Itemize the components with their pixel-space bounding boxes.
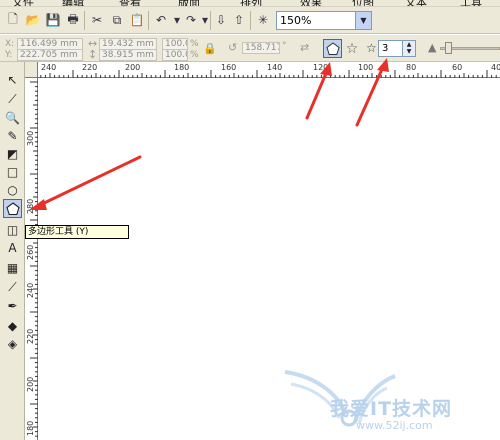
star-outline-icon: ☆ [345, 40, 359, 57]
height-icon: ↕ [88, 48, 98, 61]
ruler-origin-corner[interactable] [25, 62, 38, 78]
watermark-url: www.52ij.com [356, 419, 433, 432]
paste-icon[interactable]: 📋 [128, 11, 146, 29]
ruler-tick-label: 160 [221, 63, 237, 72]
interactive-blend-tool-icon[interactable]: ▦ [3, 258, 22, 277]
scale-x-unit: % [190, 39, 199, 49]
open-icon[interactable]: 📂 [24, 11, 42, 29]
ruler-tick-label: 220 [26, 328, 35, 344]
toolbar-divider [210, 11, 211, 30]
toolbox: ↖ ⟋ 🔍 ✎ ◩ □ ○ ◫ A ▦ ⟋ ✒ ◆ ◈ [0, 62, 25, 440]
ruler-tick-label: 200 [26, 376, 35, 392]
angle-field[interactable]: 158.717 [242, 42, 280, 54]
basic-shapes-tool-icon[interactable]: ◫ [3, 220, 22, 239]
ellipse-tool-icon[interactable]: ○ [3, 180, 22, 199]
star-mode-button[interactable]: ☆ [343, 39, 361, 58]
zoom-level-value: 150% [280, 14, 312, 27]
points-spinner[interactable]: ▲ ▼ [402, 41, 415, 56]
toolbar-divider [84, 11, 85, 30]
angle-unit: ° [282, 41, 287, 51]
rotate-icon: ↺ [228, 41, 238, 54]
mirror-icon[interactable]: ⇄ [300, 41, 309, 54]
points-star-icon: ☆ [366, 41, 377, 55]
y-label: Y: [5, 50, 13, 60]
x-label: X: [5, 39, 15, 49]
scale-y-unit: % [190, 50, 199, 60]
ruler-tick-label: 200 [125, 63, 141, 72]
sharpness-slider-thumb[interactable] [445, 42, 452, 54]
y-position-field[interactable]: 222.705 mm [17, 49, 83, 61]
menu-layout[interactable]: 版面 [178, 0, 200, 6]
ruler-tick-label: 180 [26, 420, 35, 436]
ruler-tick-label: 140 [267, 63, 283, 72]
horizontal-ruler[interactable]: 240 220 200 180 160 140 120 100 80 60 40 [25, 62, 500, 78]
zoom-tool-icon[interactable]: 🔍 [3, 108, 22, 127]
ruler-tick-label: 240 [26, 282, 35, 298]
ruler-tick-label: 80 [406, 63, 417, 72]
standard-toolbar: 🗋 📂 💾 🖶 ✂ ⧉ 📋 ↶ ▾ ↷ ▾ ⇩ ⇧ ✳ 150% ▼ [0, 7, 500, 34]
sharpness-icon: ▲ [428, 41, 437, 54]
ruler-tick-label: 300 [26, 130, 35, 146]
text-tool-icon[interactable]: A [3, 238, 22, 257]
rectangle-tool-icon[interactable]: □ [3, 162, 22, 181]
ruler-tick-label: 240 [41, 63, 57, 72]
ruler-tick-label: 100 [358, 63, 374, 72]
ruler-tick-label: 180 [174, 63, 190, 72]
menu-edit[interactable]: 编辑 [62, 0, 84, 6]
watermark-title: 我爱IT技术网 [330, 398, 453, 420]
copy-icon[interactable]: ⧉ [108, 11, 126, 29]
eyedropper-tool-icon[interactable]: ⟋ [3, 278, 22, 297]
menu-arrange[interactable]: 排列 [240, 0, 262, 6]
vertical-ruler[interactable]: 300 280 260 240 220 200 180 [25, 78, 38, 440]
cut-icon[interactable]: ✂ [88, 11, 106, 29]
toolbar-divider [148, 11, 149, 30]
menu-text[interactable]: 文本 [405, 0, 427, 6]
ruler-tick-label: 60 [452, 63, 463, 72]
menu-bar: 文件 编辑 查看 版面 排列 效果 位图 文本 工具 [0, 0, 500, 7]
smart-fill-tool-icon[interactable]: ◩ [3, 144, 22, 163]
save-icon[interactable]: 💾 [44, 11, 62, 29]
menu-view[interactable]: 查看 [119, 0, 141, 6]
outline-tool-icon[interactable]: ✒ [3, 296, 22, 315]
menu-file[interactable]: 文件 [12, 0, 34, 6]
polygon-tool-tooltip: 多边形工具 (Y) [25, 225, 129, 239]
ruler-tick-label: 280 [26, 198, 35, 214]
polygon-mode-button[interactable] [323, 39, 342, 58]
ruler-tick-label: 260 [26, 244, 35, 260]
interactive-fill-tool-icon[interactable]: ◈ [3, 334, 22, 353]
polygon-tool-icon[interactable] [3, 199, 22, 218]
menu-effects[interactable]: 效果 [300, 0, 322, 6]
scale-y-field[interactable]: 100.0 [162, 49, 188, 61]
export-icon[interactable]: ⇧ [230, 11, 248, 29]
toolbar-divider [250, 11, 251, 30]
height-field[interactable]: 38.915 mm [99, 49, 157, 61]
zoom-level-select[interactable]: 150% ▼ [276, 11, 372, 30]
fill-tool-icon[interactable]: ◆ [3, 316, 22, 335]
import-icon[interactable]: ⇩ [212, 11, 230, 29]
lock-ratio-icon[interactable]: 🔒 [203, 42, 217, 55]
ruler-tick-label: 40 [491, 63, 500, 72]
menu-bitmaps[interactable]: 位图 [352, 0, 374, 6]
pick-tool-icon[interactable]: ↖ [3, 70, 22, 89]
points-count-stepper[interactable]: 3 ▲ ▼ [378, 40, 416, 57]
menu-tools[interactable]: 工具 [460, 0, 482, 6]
chevron-down-icon[interactable]: ▼ [355, 12, 371, 29]
polygon-icon [5, 201, 20, 215]
spin-up-icon[interactable]: ▲ [403, 41, 415, 48]
points-count-value: 3 [382, 43, 389, 54]
new-document-icon[interactable]: 🗋 [4, 11, 22, 29]
application-launcher-icon[interactable]: ✳ [254, 11, 272, 29]
property-bar: X: 116.499 mm Y: 222.705 mm ↔ 19.432 mm … [0, 35, 500, 62]
shape-tool-icon[interactable]: ⟋ [3, 90, 22, 109]
spin-down-icon[interactable]: ▼ [403, 48, 415, 55]
ruler-tick-label: 220 [82, 63, 98, 72]
print-icon[interactable]: 🖶 [64, 11, 82, 29]
freehand-tool-icon[interactable]: ✎ [3, 126, 22, 145]
polygon-icon [325, 41, 340, 55]
ruler-tick-label: 120 [313, 63, 329, 72]
